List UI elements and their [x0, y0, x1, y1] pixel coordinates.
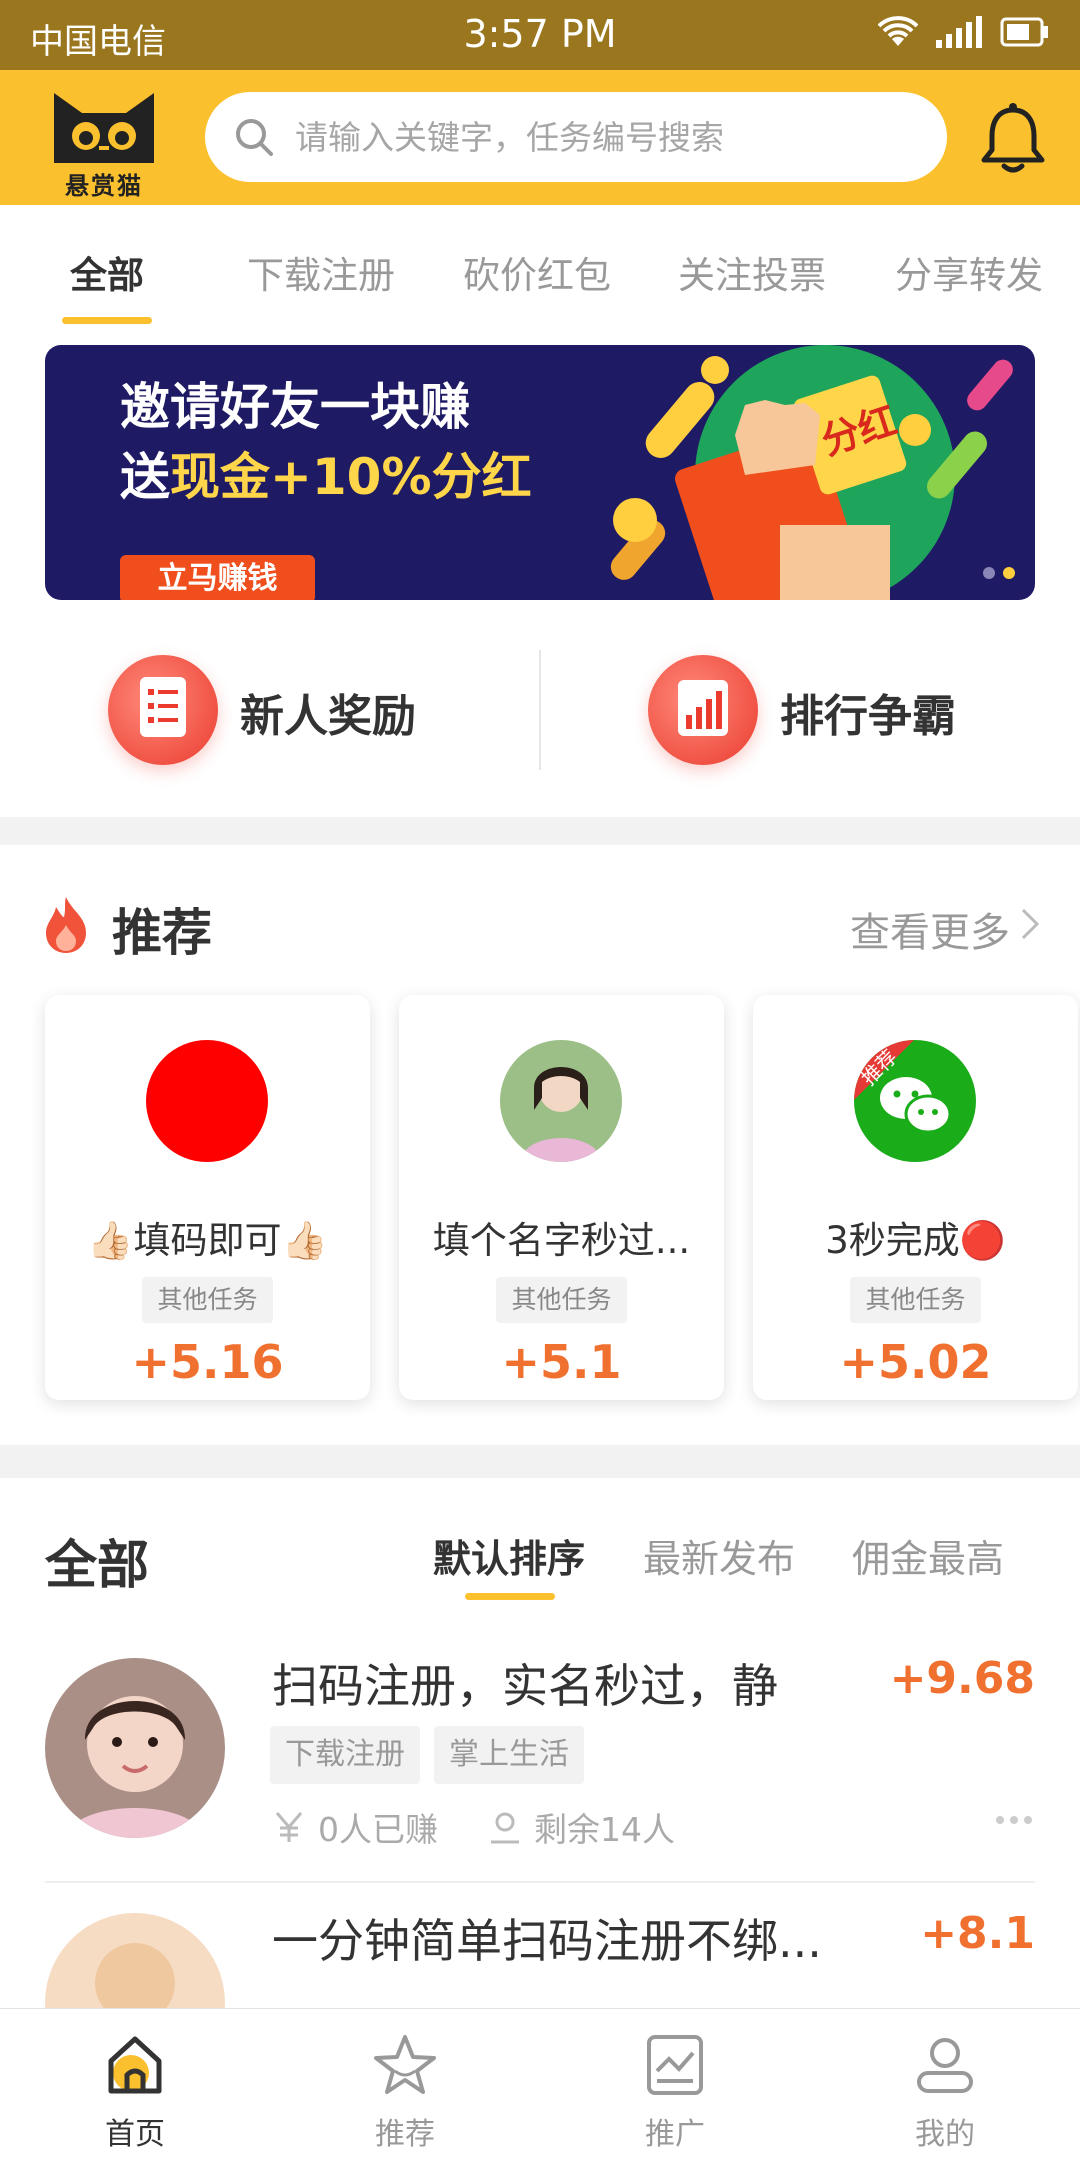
more-options-icon[interactable] — [996, 1816, 1032, 1824]
recommend-card[interactable]: 推荐 3秒完成🔴 其他任务 +5.02 — [753, 995, 1078, 1400]
task-reward: +8.1 — [920, 1908, 1035, 1959]
banner-dot-active[interactable] — [1003, 567, 1015, 579]
task-avatar — [146, 1040, 268, 1162]
nav-label: 推荐 — [375, 2117, 435, 2152]
task-category-tag: 其他任务 — [142, 1277, 273, 1323]
wifi-icon — [878, 16, 918, 46]
search-bar[interactable] — [205, 92, 947, 182]
nav-mine[interactable]: 我的 — [810, 2009, 1080, 2160]
banner-pagination — [983, 567, 1015, 579]
task-title: 扫码注册，实名秒过，静 — [272, 1659, 778, 1713]
banner-subline: 送现金+10%分红 — [120, 437, 532, 509]
recommend-title: 推荐 — [112, 904, 212, 962]
task-meta: 0人已赚 剩余14人 — [272, 1803, 725, 1851]
nav-promote[interactable]: 推广 — [540, 2009, 810, 2160]
battery-icon — [1000, 17, 1048, 47]
user-icon — [491, 1812, 519, 1844]
task-title: 一分钟简单扫码注册不绑... — [272, 1914, 822, 1968]
task-avatar — [45, 1658, 225, 1838]
user-icon — [917, 2038, 973, 2093]
document-list-icon — [108, 655, 218, 765]
task-reward: +5.16 — [131, 1335, 284, 1389]
nav-recommend[interactable]: 推荐 — [270, 2009, 540, 2160]
banner-subline-prefix: 送 — [120, 448, 170, 506]
bottom-navigation: 首页 推荐 推广 我的 — [0, 2008, 1080, 2160]
all-tasks-title: 全部 — [45, 1536, 150, 1596]
sort-default[interactable]: 默认排序 — [433, 1528, 585, 1583]
signal-icon — [936, 16, 982, 48]
cat-logo-icon — [54, 93, 154, 163]
task-name: 填个名字秒过... — [432, 1219, 691, 1262]
recommend-card[interactable]: 填个名字秒过... 其他任务 +5.1 — [399, 995, 724, 1400]
sort-active-indicator — [465, 1593, 555, 1600]
quick-links: 新人奖励 排行争霸 — [0, 630, 1080, 800]
task-reward: +5.02 — [839, 1335, 992, 1389]
task-name: 3秒完成🔴 — [825, 1219, 1006, 1262]
tab-active-indicator — [62, 317, 152, 324]
banner-subline-highlight: 现金+10%分红 — [170, 448, 532, 506]
task-tags: 下载注册 掌上生活 — [270, 1726, 584, 1784]
tab-bargain-redpacket[interactable]: 砍价红包 — [463, 245, 611, 299]
nav-label: 推广 — [645, 2117, 705, 2152]
sort-latest[interactable]: 最新发布 — [643, 1528, 795, 1583]
task-earned-count: 0人已赚 — [318, 1810, 438, 1849]
chevron-right-icon[interactable] — [1020, 907, 1040, 941]
task-tag: 掌上生活 — [434, 1726, 584, 1784]
app-header: 悬赏猫 — [0, 70, 1080, 205]
banner-dot[interactable] — [983, 567, 995, 579]
see-more-link[interactable]: 查看更多 — [850, 900, 1010, 958]
nav-home[interactable]: 首页 — [0, 2009, 270, 2160]
task-tag: 下载注册 — [270, 1726, 420, 1784]
nav-label: 我的 — [915, 2117, 975, 2152]
promo-banner[interactable]: 邀请好友一块赚 送现金+10%分红 分红 立马赚钱 — [45, 345, 1035, 600]
quick-link-newcomer-reward[interactable]: 新人奖励 — [0, 630, 540, 800]
task-avatar — [500, 1040, 622, 1162]
all-tasks-section: 全部 默认排序 最新发布 佣金最高 扫码注册，实名秒过，静 +9.68 下载注册… — [0, 1478, 1080, 2093]
task-category-tag: 其他任务 — [850, 1277, 981, 1323]
quick-link-label: 新人奖励 — [240, 691, 416, 742]
tab-follow-vote[interactable]: 关注投票 — [678, 245, 826, 299]
tab-share-forward[interactable]: 分享转发 — [895, 245, 1043, 299]
search-icon — [236, 119, 273, 156]
logo-text: 悬赏猫 — [65, 172, 143, 200]
recommend-section: 推荐 查看更多 👍🏻填码即可👍🏻 其他任务 +5.16 填个名字秒过... 其他… — [0, 845, 1080, 1445]
app-logo[interactable]: 悬赏猫 — [44, 88, 164, 200]
sort-highest-commission[interactable]: 佣金最高 — [852, 1528, 1004, 1583]
promo-section: 邀请好友一块赚 送现金+10%分红 分红 立马赚钱 新人奖励 排行争霸 — [0, 330, 1080, 817]
status-bar: 中国电信 3:57 PM — [0, 0, 1080, 70]
tab-all[interactable]: 全部 — [70, 245, 144, 299]
task-name: 👍🏻填码即可👍🏻 — [87, 1219, 328, 1262]
ranking-chart-icon — [648, 655, 758, 765]
task-reward: +5.1 — [501, 1335, 622, 1389]
banner-headline: 邀请好友一块赚 — [120, 378, 470, 436]
search-input[interactable] — [295, 92, 915, 182]
recommend-card[interactable]: 👍🏻填码即可👍🏻 其他任务 +5.16 — [45, 995, 370, 1400]
task-category-tag: 其他任务 — [496, 1277, 627, 1323]
quick-link-ranking[interactable]: 排行争霸 — [540, 630, 1080, 800]
wechat-icon: 推荐 — [854, 1040, 976, 1162]
star-icon — [374, 2035, 436, 2094]
task-remaining-count: 剩余14人 — [534, 1810, 675, 1849]
bell-icon[interactable] — [980, 102, 1046, 174]
quick-link-label: 排行争霸 — [780, 691, 956, 742]
category-tabs: 全部 下载注册 砍价红包 关注投票 分享转发 — [0, 205, 1080, 330]
task-list-item[interactable]: 扫码注册，实名秒过，静 +9.68 下载注册 掌上生活 0人已赚 剩余14人 — [0, 1628, 1080, 1883]
task-reward: +9.68 — [889, 1653, 1035, 1704]
chart-icon — [647, 2035, 703, 2095]
flame-icon — [46, 897, 86, 953]
tab-download-register[interactable]: 下载注册 — [247, 245, 395, 299]
earn-now-button[interactable]: 立马赚钱 — [120, 555, 315, 600]
home-icon — [108, 2036, 162, 2094]
status-icons — [878, 16, 1050, 48]
yuan-icon — [275, 1812, 303, 1842]
nav-label: 首页 — [105, 2117, 165, 2152]
